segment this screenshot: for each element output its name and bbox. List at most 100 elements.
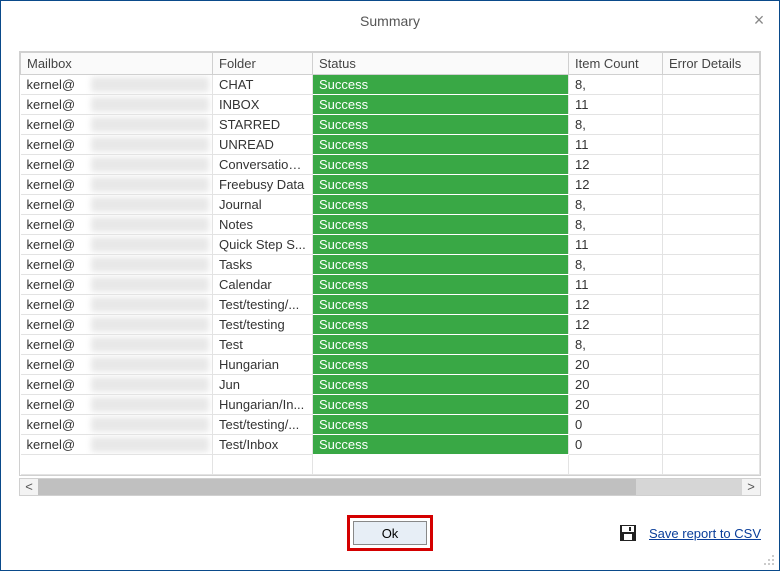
cell-item-count: 8, — [569, 115, 663, 135]
cell-error-details — [663, 375, 760, 395]
save-icon — [619, 524, 637, 542]
cell-error-details — [663, 275, 760, 295]
table-row[interactable]: kernel@Test/InboxSuccess0 — [21, 435, 760, 455]
scroll-thumb[interactable] — [38, 479, 636, 495]
cell-mailbox: kernel@ — [21, 215, 213, 235]
dialog-footer: Ok Save report to CSV — [1, 496, 779, 570]
ok-button[interactable]: Ok — [353, 521, 427, 545]
cell-mailbox: kernel@ — [21, 355, 213, 375]
table-row[interactable]: kernel@JournalSuccess8, — [21, 195, 760, 215]
cell-status: Success — [313, 155, 569, 175]
cell-folder: STARRED — [213, 115, 313, 135]
table-row[interactable]: kernel@Test/testing/...Success0 — [21, 415, 760, 435]
table-row[interactable]: kernel@TasksSuccess8, — [21, 255, 760, 275]
table-row[interactable]: kernel@HungarianSuccess20 — [21, 355, 760, 375]
cell-error-details — [663, 155, 760, 175]
cell-item-count: 11 — [569, 275, 663, 295]
cell-mailbox: kernel@ — [21, 375, 213, 395]
cell-item-count: 20 — [569, 395, 663, 415]
cell-error-details — [663, 295, 760, 315]
cell-error-details — [663, 175, 760, 195]
col-header-mailbox[interactable]: Mailbox — [21, 53, 213, 75]
cell-status: Success — [313, 355, 569, 375]
table-row[interactable]: kernel@Freebusy DataSuccess12 — [21, 175, 760, 195]
cell-error-details — [663, 355, 760, 375]
cell-error-details — [663, 335, 760, 355]
cell-status: Success — [313, 375, 569, 395]
cell-folder: Hungarian — [213, 355, 313, 375]
table-row[interactable]: kernel@CalendarSuccess11 — [21, 275, 760, 295]
cell-folder: Test/Inbox — [213, 435, 313, 455]
cell-folder: UNREAD — [213, 135, 313, 155]
cell-error-details — [663, 415, 760, 435]
scroll-track[interactable] — [38, 479, 742, 495]
cell-item-count: 20 — [569, 355, 663, 375]
cell-mailbox: kernel@ — [21, 95, 213, 115]
close-icon[interactable]: × — [749, 11, 769, 31]
cell-mailbox: kernel@ — [21, 155, 213, 175]
cell-status: Success — [313, 255, 569, 275]
cell-status: Success — [313, 235, 569, 255]
scroll-left-icon[interactable]: < — [20, 479, 38, 495]
cell-mailbox: kernel@ — [21, 195, 213, 215]
table-row[interactable]: kernel@Test/testingSuccess12 — [21, 315, 760, 335]
cell-error-details — [663, 435, 760, 455]
save-report-link[interactable]: Save report to CSV — [649, 526, 761, 541]
cell-folder: Test/testing/... — [213, 295, 313, 315]
cell-status: Success — [313, 335, 569, 355]
summary-dialog: Summary × Mailbox Folder Status Item Cou… — [0, 0, 780, 571]
col-header-status[interactable]: Status — [313, 53, 569, 75]
cell-status: Success — [313, 215, 569, 235]
cell-mailbox: kernel@ — [21, 115, 213, 135]
cell-status: Success — [313, 115, 569, 135]
cell-mailbox: kernel@ — [21, 235, 213, 255]
cell-mailbox: kernel@ — [21, 315, 213, 335]
cell-folder: Test/testing — [213, 315, 313, 335]
cell-status: Success — [313, 415, 569, 435]
table-row[interactable]: kernel@NotesSuccess8, — [21, 215, 760, 235]
col-header-error[interactable]: Error Details — [663, 53, 760, 75]
table-row[interactable]: kernel@UNREADSuccess11 — [21, 135, 760, 155]
ok-highlight: Ok — [347, 515, 433, 551]
cell-status: Success — [313, 315, 569, 335]
cell-error-details — [663, 255, 760, 275]
cell-mailbox: kernel@ — [21, 75, 213, 95]
cell-item-count: 8, — [569, 195, 663, 215]
cell-error-details — [663, 395, 760, 415]
cell-mailbox: kernel@ — [21, 435, 213, 455]
col-header-folder[interactable]: Folder — [213, 53, 313, 75]
table-row[interactable]: kernel@Hungarian/In...Success20 — [21, 395, 760, 415]
table-row[interactable]: kernel@TestSuccess8, — [21, 335, 760, 355]
cell-folder: Test — [213, 335, 313, 355]
cell-item-count: 8, — [569, 335, 663, 355]
table-row[interactable]: kernel@CHATSuccess8, — [21, 75, 760, 95]
cell-folder: Freebusy Data — [213, 175, 313, 195]
cell-error-details — [663, 195, 760, 215]
table-row[interactable]: kernel@INBOXSuccess11 — [21, 95, 760, 115]
resize-grip-icon[interactable] — [763, 554, 775, 566]
cell-mailbox: kernel@ — [21, 415, 213, 435]
cell-item-count: 11 — [569, 95, 663, 115]
cell-error-details — [663, 235, 760, 255]
cell-status: Success — [313, 435, 569, 455]
cell-folder: Jun — [213, 375, 313, 395]
cell-mailbox: kernel@ — [21, 135, 213, 155]
cell-item-count: 8, — [569, 75, 663, 95]
table-row[interactable]: kernel@STARREDSuccess8, — [21, 115, 760, 135]
cell-status: Success — [313, 195, 569, 215]
cell-error-details — [663, 215, 760, 235]
table-row[interactable]: kernel@Quick Step S...Success11 — [21, 235, 760, 255]
cell-folder: Quick Step S... — [213, 235, 313, 255]
scroll-right-icon[interactable]: > — [742, 479, 760, 495]
table-row[interactable]: kernel@Conversation...Success12 — [21, 155, 760, 175]
col-header-itemcount[interactable]: Item Count — [569, 53, 663, 75]
table-header-row: Mailbox Folder Status Item Count Error D… — [21, 53, 760, 75]
horizontal-scrollbar[interactable]: < > — [19, 478, 761, 496]
cell-mailbox: kernel@ — [21, 335, 213, 355]
cell-folder: Notes — [213, 215, 313, 235]
table-row[interactable]: kernel@JunSuccess20 — [21, 375, 760, 395]
cell-folder: CHAT — [213, 75, 313, 95]
dialog-title: Summary — [360, 13, 420, 29]
cell-error-details — [663, 135, 760, 155]
table-row[interactable]: kernel@Test/testing/...Success12 — [21, 295, 760, 315]
